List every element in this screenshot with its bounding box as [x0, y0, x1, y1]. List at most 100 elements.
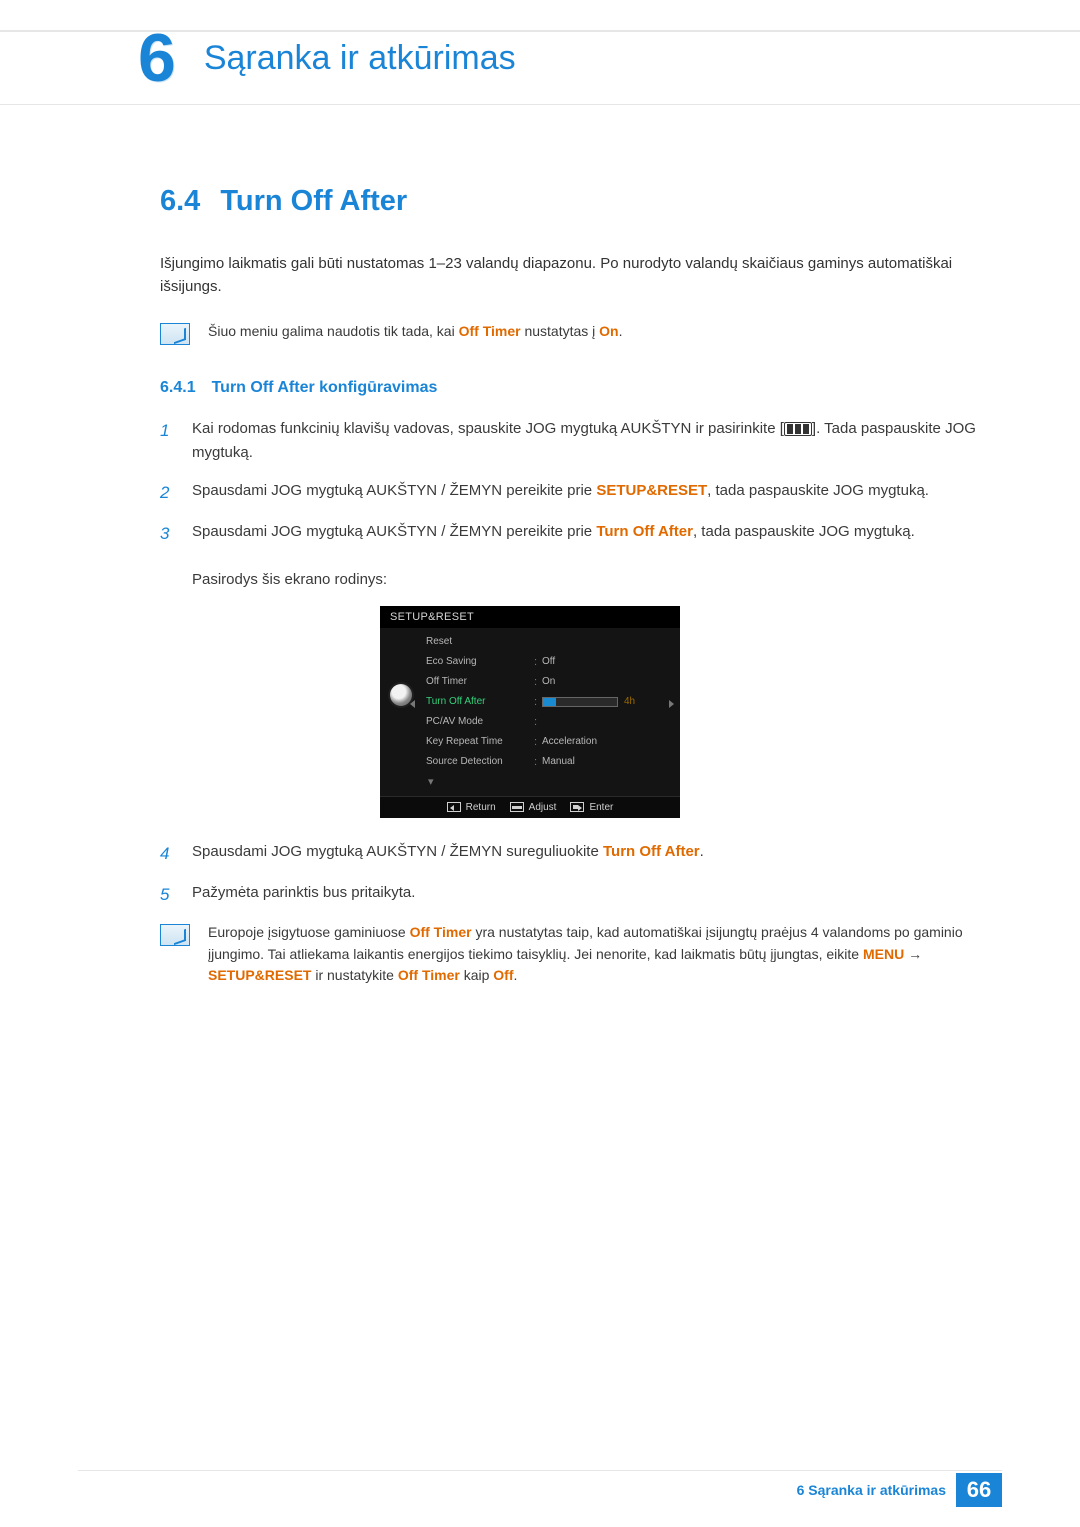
sep: :: [534, 696, 542, 708]
osd-enter: Enter: [570, 802, 613, 813]
highlight: SETUP&RESET: [596, 482, 707, 499]
osd-label: Reset: [426, 636, 534, 647]
step-body: Spausdami JOG mygtuką AUKŠTYN / ŽEMYN pe…: [192, 479, 982, 506]
step-5: 5 Pažymėta parinktis bus pritaikyta.: [160, 881, 982, 908]
osd-row-selected: Turn Off After: 4h: [426, 692, 680, 712]
triangle-right-icon: [669, 700, 674, 708]
osd-label: Off Timer: [426, 676, 534, 687]
triangle-down-icon: ▾: [426, 775, 434, 788]
note-2: Europoje įsigytuose gaminiuose Off Timer…: [160, 922, 982, 987]
sep: :: [534, 716, 542, 728]
text: .: [514, 967, 518, 983]
text: nustatytas į: [521, 323, 600, 339]
text: Kai rodomas funkcinių klavišų vadovas, s…: [192, 420, 784, 437]
osd-return: Return: [447, 802, 496, 813]
steps-list: 1 Kai rodomas funkcinių klavišų vadovas,…: [160, 417, 982, 592]
adjust-icon: [510, 802, 524, 812]
content: 6.4 Turn Off After Išjungimo laikmatis g…: [78, 105, 1002, 987]
label: Return: [466, 802, 496, 813]
sep: :: [534, 656, 542, 668]
step-body: Kai rodomas funkcinių klavišų vadovas, s…: [192, 417, 982, 465]
section-title: Turn Off After: [220, 185, 407, 218]
sep: :: [534, 756, 542, 768]
text: , tada paspauskite JOG mygtuką.: [693, 523, 915, 540]
step-number: 3: [160, 520, 174, 592]
text: , tada paspauskite JOG mygtuką.: [707, 482, 929, 499]
label: Adjust: [529, 802, 557, 813]
osd-value: Acceleration: [542, 736, 597, 747]
chapter-header: 6 Sąranka ir atkūrimas: [78, 24, 1002, 92]
osd-label: Eco Saving: [426, 656, 534, 667]
step-2: 2 Spausdami JOG mygtuką AUKŠTYN / ŽEMYN …: [160, 479, 982, 506]
highlight: Off Timer: [459, 323, 521, 339]
osd-body: Reset Eco Saving:Off Off Timer:On Turn O…: [380, 628, 680, 796]
osd-value: Off: [542, 656, 555, 667]
highlight: Off: [493, 967, 513, 983]
step-number: 1: [160, 417, 174, 465]
text: kaip: [460, 967, 493, 983]
osd-label: Key Repeat Time: [426, 736, 534, 747]
text: Spausdami JOG mygtuką AUKŠTYN / ŽEMYN pe…: [192, 482, 596, 499]
osd-footer: Return Adjust Enter: [380, 796, 680, 818]
step-number: 5: [160, 881, 174, 908]
osd-row: PC/AV Mode:: [426, 712, 680, 732]
subsection-title: Turn Off After konfigūravimas: [212, 379, 438, 397]
text: Pasirodys šis ekrano rodinys:: [192, 571, 387, 588]
menu-icon: [784, 422, 812, 436]
osd-row: Reset: [426, 632, 680, 652]
osd-slider: 4h: [542, 696, 635, 707]
highlight: Turn Off After: [603, 843, 700, 860]
step-body: Spausdami JOG mygtuką AUKŠTYN / ŽEMYN su…: [192, 840, 982, 867]
subsection-heading: 6.4.1 Turn Off After konfigūravimas: [160, 379, 982, 397]
osd-adjust: Adjust: [510, 802, 557, 813]
footer: 6 Sąranka ir atkūrimas 66: [797, 1473, 1002, 1507]
step-3: 3 Spausdami JOG mygtuką AUKŠTYN / ŽEMYN …: [160, 520, 982, 592]
text: .: [619, 323, 623, 339]
highlight: On: [599, 323, 618, 339]
text: Šiuo meniu galima naudotis tik tada, kai: [208, 323, 459, 339]
text: Spausdami JOG mygtuką AUKŠTYN / ŽEMYN su…: [192, 843, 603, 860]
footer-text: 6 Sąranka ir atkūrimas: [797, 1482, 946, 1498]
osd-row: Key Repeat Time:Acceleration: [426, 732, 680, 752]
osd-row: ▾: [426, 772, 680, 792]
step-1: 1 Kai rodomas funkcinių klavišų vadovas,…: [160, 417, 982, 465]
slider-value: 4h: [624, 696, 635, 707]
arrow-icon: →: [904, 946, 922, 962]
subsection-number: 6.4.1: [160, 379, 196, 397]
return-icon: [447, 802, 461, 812]
slider-track: [542, 697, 618, 707]
note-icon: [160, 924, 190, 946]
page: 6 Sąranka ir atkūrimas 6.4 Turn Off Afte…: [0, 0, 1080, 1527]
label: Enter: [589, 802, 613, 813]
osd-title: SETUP&RESET: [380, 606, 680, 628]
highlight: Turn Off After: [596, 523, 693, 540]
osd-screenshot: SETUP&RESET Reset Eco Saving:Off Off Tim…: [380, 606, 680, 818]
triangle-left-icon: [410, 700, 415, 708]
osd-row: Off Timer:On: [426, 672, 680, 692]
chapter-title: Sąranka ir atkūrimas: [204, 39, 516, 78]
text: .: [700, 843, 704, 860]
note-2-text: Europoje įsigytuose gaminiuose Off Timer…: [208, 922, 982, 987]
intro-paragraph: Išjungimo laikmatis gali būti nustatomas…: [160, 252, 982, 299]
sep: :: [534, 676, 542, 688]
highlight: MENU: [863, 946, 904, 962]
note-1-text: Šiuo meniu galima naudotis tik tada, kai…: [208, 321, 623, 343]
text: Europoje įsigytuose gaminiuose: [208, 924, 410, 940]
sep: :: [534, 736, 542, 748]
highlight: SETUP&RESET: [208, 967, 311, 983]
osd-label: PC/AV Mode: [426, 716, 534, 727]
step-4: 4 Spausdami JOG mygtuką AUKŠTYN / ŽEMYN …: [160, 840, 982, 867]
text: Spausdami JOG mygtuką AUKŠTYN / ŽEMYN pe…: [192, 523, 596, 540]
enter-icon: [570, 802, 584, 812]
step-number: 4: [160, 840, 174, 867]
note-icon: [160, 323, 190, 345]
steps-list-cont: 4 Spausdami JOG mygtuką AUKŠTYN / ŽEMYN …: [160, 840, 982, 908]
step-body: Spausdami JOG mygtuką AUKŠTYN / ŽEMYN pe…: [192, 520, 982, 592]
osd-row: Eco Saving:Off: [426, 652, 680, 672]
footer-page-number: 66: [956, 1473, 1002, 1507]
highlight: Off Timer: [410, 924, 472, 940]
step-body: Pažymėta parinktis bus pritaikyta.: [192, 881, 982, 908]
osd-label: Source Detection: [426, 756, 534, 767]
osd-label: Turn Off After: [426, 696, 534, 707]
footer-rule: [78, 1470, 1002, 1471]
